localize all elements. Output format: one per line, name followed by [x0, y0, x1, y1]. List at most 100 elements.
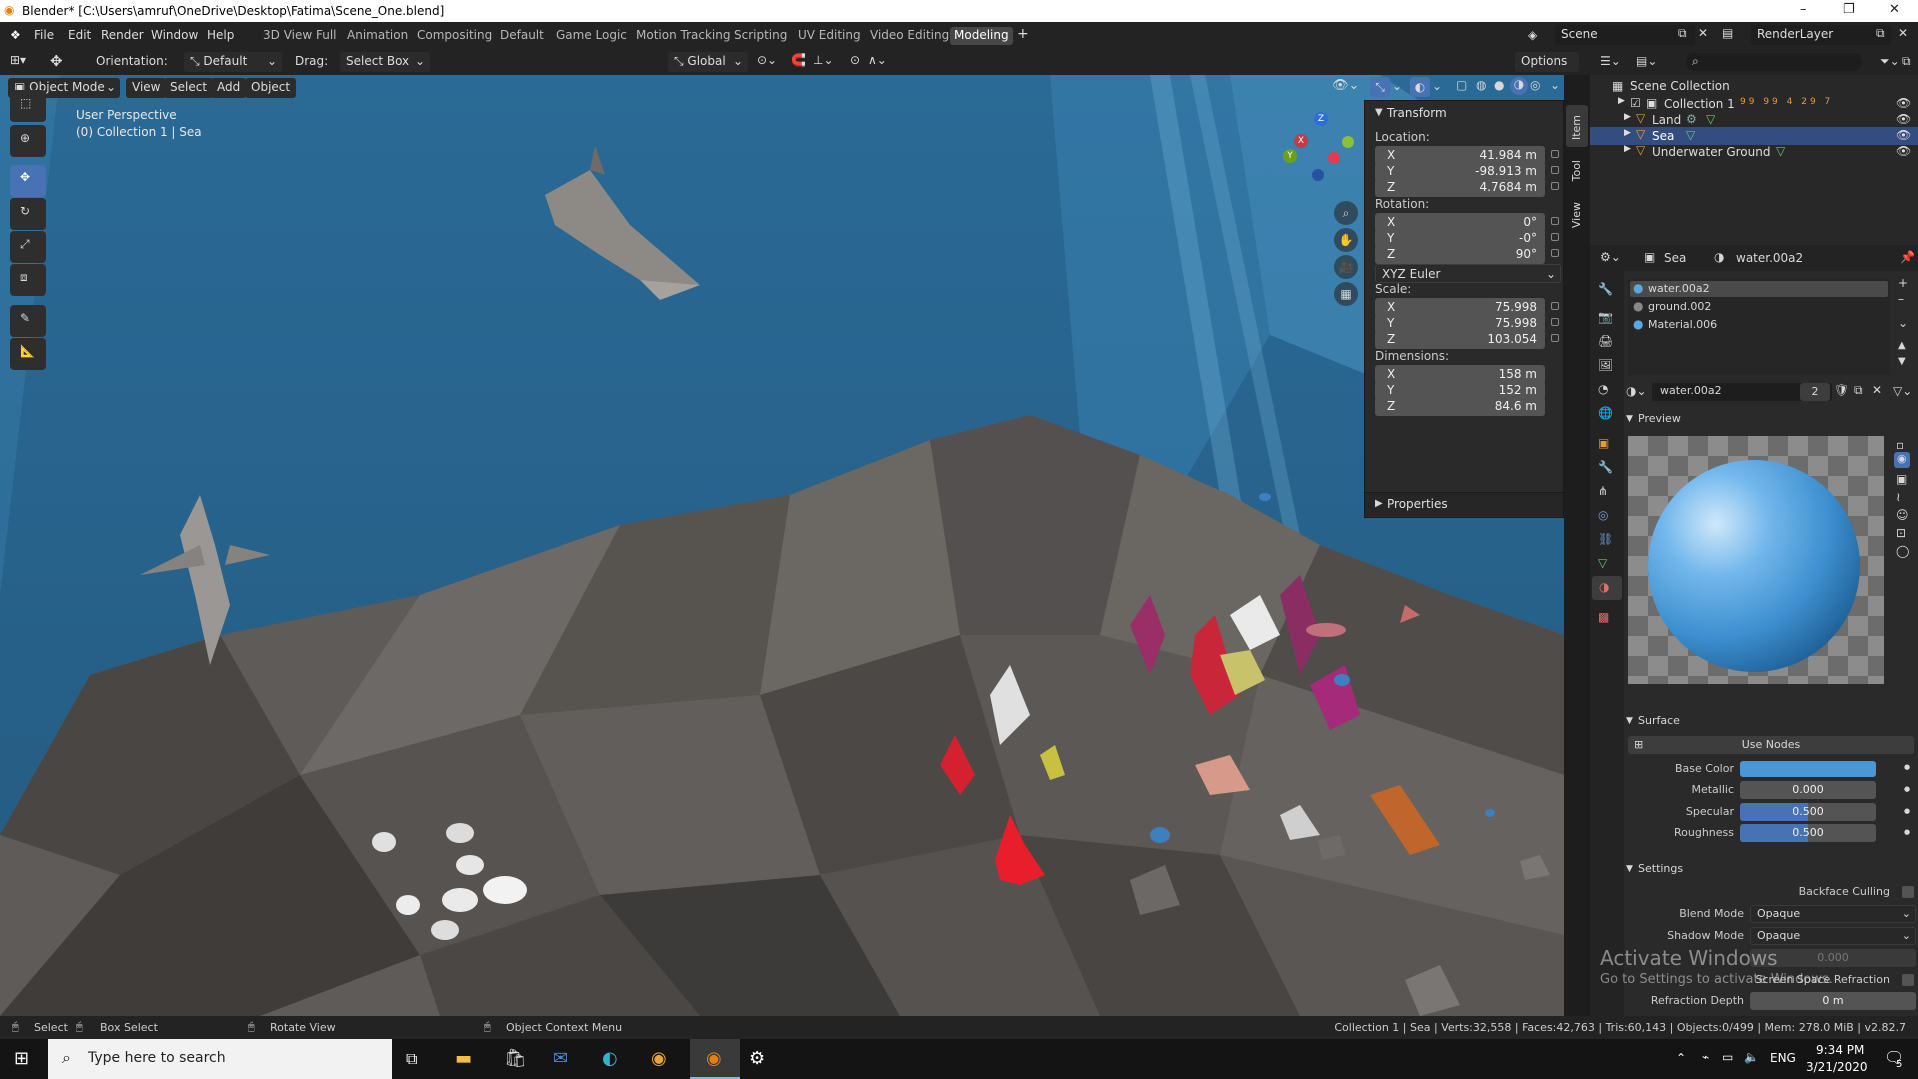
lock-rotation-y-icon[interactable]: [1551, 233, 1559, 241]
rendered-shading-icon[interactable]: ◎: [1530, 78, 1540, 92]
network-icon[interactable]: ⌁: [1702, 1050, 1709, 1064]
tab-video-editing[interactable]: Video Editing: [866, 27, 953, 45]
rotation-z-field[interactable]: Z 90°: [1375, 245, 1545, 264]
view-layer-selector[interactable]: RenderLayer: [1751, 25, 1891, 45]
falloff-icon[interactable]: ∧⌄: [868, 53, 887, 67]
menu-view[interactable]: View: [126, 78, 167, 98]
preview-sphere-toggle[interactable]: ◉: [1894, 452, 1910, 468]
view-layer-icon[interactable]: ▤: [1722, 26, 1733, 40]
scene-selector[interactable]: Scene: [1555, 25, 1695, 45]
transform-orientation-dropdown[interactable]: ⤡ Global ⌄: [668, 52, 748, 72]
settings-gear-icon[interactable]: ⚙: [749, 1048, 765, 1069]
camera-icon[interactable]: 🎥: [1334, 255, 1358, 279]
shading-options-icon[interactable]: ⌄: [1550, 78, 1560, 92]
particles-tab-icon[interactable]: ⋔: [1598, 484, 1608, 498]
keyframe-dot-icon[interactable]: ●: [1904, 807, 1910, 815]
blender-taskbar-button[interactable]: ◉: [690, 1039, 740, 1079]
clock-date[interactable]: 3/21/2020: [1806, 1060, 1868, 1074]
display-mode-icon[interactable]: ▤⌄: [1636, 54, 1657, 68]
ssr-checkbox[interactable]: [1902, 974, 1914, 986]
tab-compositing[interactable]: Compositing: [413, 27, 496, 45]
refraction-depth-field[interactable]: 0 m: [1750, 992, 1916, 1010]
preview-title[interactable]: Preview: [1638, 412, 1681, 425]
object-tab-icon[interactable]: ▣: [1598, 436, 1609, 450]
visibility-filter-icon[interactable]: 👁⌄: [1332, 78, 1359, 93]
transform-collapse-icon[interactable]: ▼: [1375, 107, 1383, 118]
gizmo-neg-y[interactable]: [1342, 136, 1354, 148]
tab-item[interactable]: Item: [1566, 105, 1588, 147]
fake-user-icon[interactable]: 🛡: [1834, 383, 1849, 397]
lock-scale-x-icon[interactable]: [1551, 302, 1559, 310]
preview-hair-icon[interactable]: ≀: [1896, 490, 1901, 504]
lock-location-z-icon[interactable]: [1551, 182, 1559, 190]
use-nodes-button[interactable]: ⊞ Use Nodes: [1628, 736, 1914, 754]
language-indicator[interactable]: ENG: [1770, 1051, 1796, 1065]
wireframe-shading-icon[interactable]: ◍: [1476, 78, 1486, 92]
specular-slider[interactable]: 0.500: [1740, 803, 1876, 821]
menu-add[interactable]: Add: [211, 78, 247, 98]
overlay-dropdown-icon[interactable]: ⌄: [1432, 79, 1442, 93]
taskbar-search-box[interactable]: ⌕ Type here to search: [48, 1039, 392, 1079]
settings-collapse-icon[interactable]: ▼: [1626, 864, 1633, 874]
snap-target-icon[interactable]: ⊥⌄: [813, 53, 834, 67]
delete-view-layer-icon[interactable]: ✕: [1898, 26, 1908, 40]
preview-cube-icon[interactable]: ▣: [1896, 472, 1907, 486]
xray-icon[interactable]: ▢: [1456, 78, 1467, 92]
world-tab-icon[interactable]: 🌐: [1598, 406, 1613, 420]
slot-row[interactable]: ● Material.006: [1630, 317, 1888, 333]
outliner-editor-icon[interactable]: ☰⌄: [1600, 54, 1621, 68]
blend-mode-dropdown[interactable]: Opaque ⌄: [1750, 905, 1916, 923]
scene-collection-label[interactable]: Scene Collection: [1630, 79, 1730, 93]
grid-perspective-icon[interactable]: ▦: [1334, 282, 1358, 306]
lock-rotation-x-icon[interactable]: [1551, 217, 1559, 225]
outliner-search-input[interactable]: ⌕: [1686, 53, 1862, 71]
transform-title[interactable]: Transform: [1387, 106, 1447, 120]
breadcrumb-material[interactable]: water.00a2: [1736, 251, 1803, 265]
tab-scripting[interactable]: Scripting: [730, 27, 791, 45]
lock-scale-z-icon[interactable]: [1551, 334, 1559, 342]
lock-scale-y-icon[interactable]: [1551, 318, 1559, 326]
filter-icon[interactable]: ⏷⌄: [1880, 54, 1900, 69]
edge-icon[interactable]: ◐: [602, 1048, 618, 1069]
chrome-icon[interactable]: ◉: [651, 1048, 667, 1069]
blender-menu-icon[interactable]: ❖: [10, 28, 21, 42]
properties-editor-icon[interactable]: ⚙⌄: [1600, 250, 1621, 264]
editor-type-icon[interactable]: ⊞▾: [10, 53, 26, 67]
physics-tab-icon[interactable]: ◎: [1598, 508, 1608, 522]
unlink-material-icon[interactable]: ✕: [1872, 383, 1882, 397]
measure-tool[interactable]: 📐: [10, 338, 46, 370]
slot-row[interactable]: ● ground.002: [1630, 299, 1888, 315]
dimensions-z-field[interactable]: Z 84.6 m: [1375, 397, 1545, 416]
display-icon[interactable]: ▭: [1722, 1050, 1733, 1064]
base-color-swatch[interactable]: [1740, 761, 1876, 777]
zoom-icon[interactable]: ⌕: [1334, 201, 1358, 225]
menu-edit[interactable]: Edit: [68, 28, 91, 42]
eye-icon[interactable]: 👁: [1896, 96, 1911, 110]
snap-icon[interactable]: 🧲: [791, 53, 806, 67]
drag-dropdown[interactable]: Select Box ⌄: [340, 52, 430, 72]
overlay-toggle-icon[interactable]: ◐: [1410, 77, 1430, 97]
pin-icon[interactable]: 📌: [1900, 250, 1915, 264]
annotate-tool[interactable]: ✎: [10, 305, 46, 337]
transform-tool[interactable]: ⧈: [10, 264, 46, 296]
menu-object[interactable]: Object: [245, 78, 297, 98]
gizmo-dropdown-icon[interactable]: ⌄: [1392, 79, 1402, 93]
gizmo-x-axis[interactable]: X: [1294, 134, 1308, 148]
duplicate-material-icon[interactable]: ⧉: [1854, 383, 1863, 398]
maximize-button[interactable]: ❐: [1843, 2, 1855, 17]
menu-help[interactable]: Help: [207, 28, 234, 42]
preview-sky-icon[interactable]: ◯: [1896, 544, 1909, 558]
solid-shading-icon[interactable]: ●: [1494, 78, 1504, 92]
navigation-gizmo[interactable]: Z X Y: [1274, 112, 1354, 192]
material-users-count[interactable]: 2: [1800, 383, 1830, 401]
new-view-layer-icon[interactable]: ⧉: [1876, 26, 1885, 41]
texture-tab-icon[interactable]: ▩: [1598, 610, 1609, 624]
menu-window[interactable]: Window: [151, 28, 198, 42]
slot-row[interactable]: ● water.00a2: [1630, 281, 1888, 297]
properties-subpanel[interactable]: ▶ Properties: [1365, 492, 1563, 516]
data-tab-icon[interactable]: ▽: [1598, 556, 1607, 570]
expand-icon[interactable]: ▶: [1618, 96, 1625, 106]
gizmo-z-axis[interactable]: Z: [1314, 112, 1328, 126]
breadcrumb-object[interactable]: Sea: [1664, 251, 1686, 265]
expand-icon[interactable]: ▶: [1624, 128, 1631, 138]
